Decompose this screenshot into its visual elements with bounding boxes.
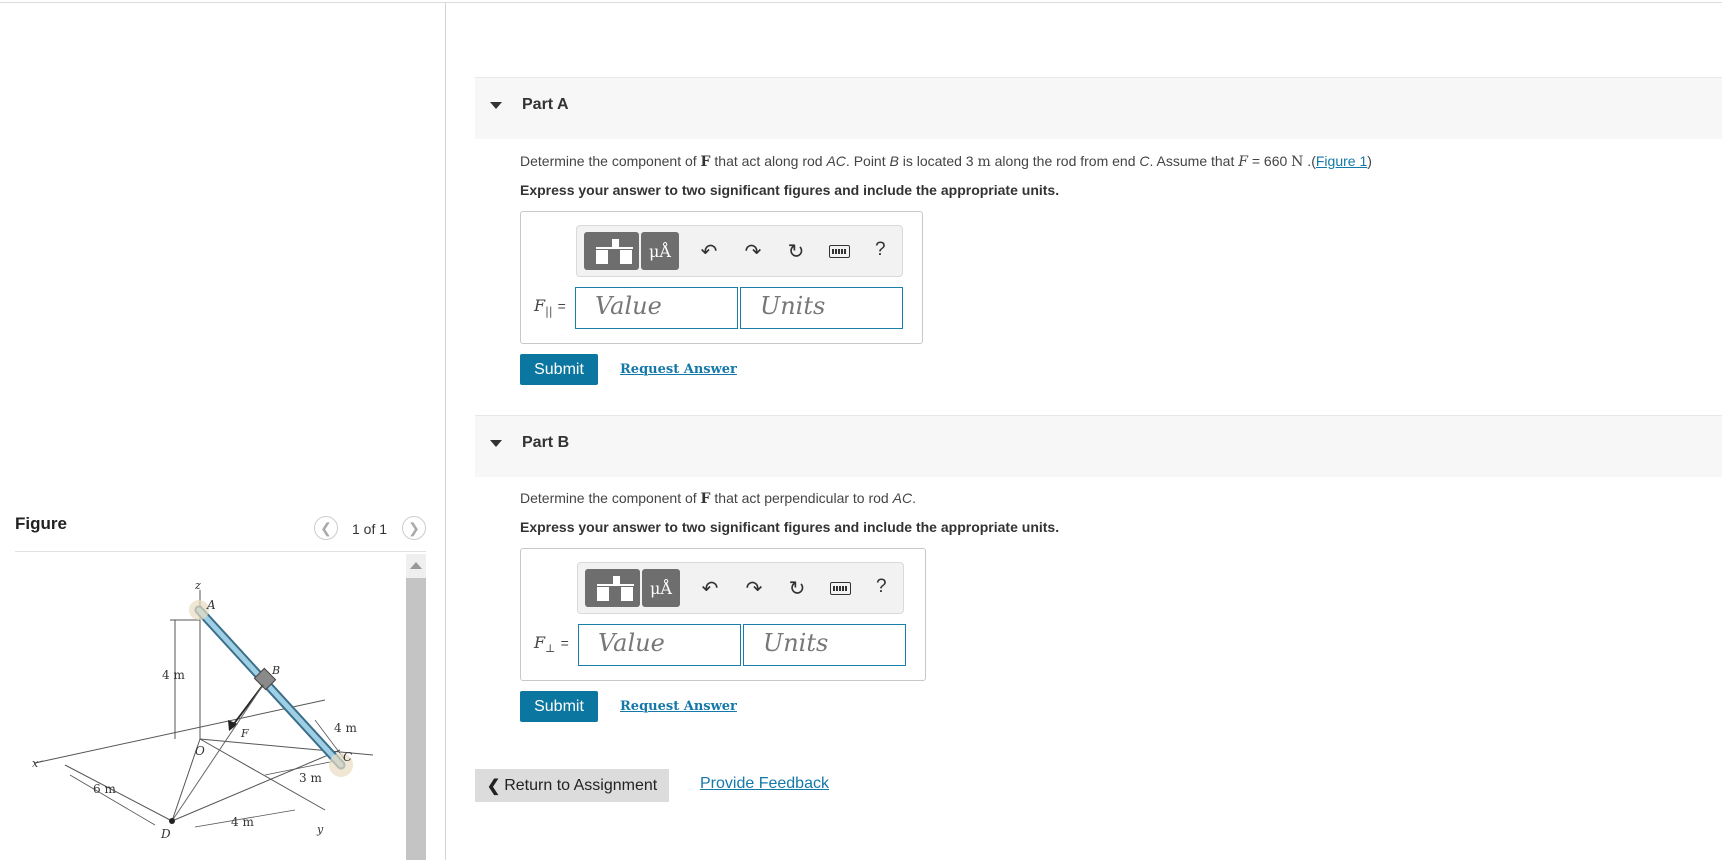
figure-title: Figure [15, 514, 67, 533]
collapse-caret-icon [490, 440, 502, 447]
label-D: D [160, 827, 171, 841]
dim-4m-right: 4 m [334, 721, 357, 735]
part-b-math-toolbar: μÅ ↶ ↷ ↻ ? [577, 562, 904, 614]
part-b-header[interactable]: Part B [475, 415, 1722, 477]
undo-icon[interactable]: ↶ [697, 576, 723, 601]
help-icon[interactable]: ? [876, 576, 887, 598]
figure-scrollbar[interactable] [406, 554, 426, 860]
part-b-value-input[interactable]: Value [578, 624, 741, 666]
redo-icon[interactable]: ↷ [740, 239, 766, 264]
part-a-answer-box: μÅ ↶ ↷ ↻ ? F|| = Value Units [520, 211, 923, 344]
figure-1-diagram: z A B O F C D x y 4 m 4 m 3 m 6 m 4 m [32, 579, 374, 841]
dim-3m: 3 m [299, 771, 322, 785]
templates-icon[interactable] [584, 232, 639, 270]
next-figure-button[interactable]: ❯ [402, 516, 426, 540]
reset-icon[interactable]: ↻ [783, 239, 809, 264]
label-C: C [343, 750, 352, 764]
part-a-variable-label: F|| = [534, 296, 566, 319]
units-icon[interactable]: μÅ [641, 232, 679, 270]
units-icon[interactable]: μÅ [642, 569, 680, 607]
part-b-variable-label: F⊥ = [534, 633, 569, 656]
reset-icon[interactable]: ↻ [784, 576, 810, 601]
templates-icon[interactable] [585, 569, 640, 607]
part-a-submit-button[interactable]: Submit [520, 354, 598, 385]
part-b-request-answer-link[interactable]: Request Answer [620, 699, 737, 714]
part-a-instruction: Express your answer to two significant f… [520, 182, 1060, 198]
previous-figure-button[interactable]: ❮ [314, 516, 338, 540]
undo-icon[interactable]: ↶ [696, 239, 722, 264]
part-b-units-input[interactable]: Units [743, 624, 906, 666]
label-B: B [271, 664, 280, 677]
label-F: F [240, 727, 249, 740]
scroll-up-arrow-icon[interactable] [406, 554, 426, 576]
part-b-answer-box: μÅ ↶ ↷ ↻ ? F⊥ = Value Units [520, 548, 926, 681]
part-a-units-input[interactable]: Units [740, 287, 903, 329]
figure-header-rule [15, 551, 426, 552]
redo-icon[interactable]: ↷ [741, 576, 767, 601]
part-a-title: Part A [522, 96, 569, 113]
label-z: z [194, 579, 201, 592]
help-icon[interactable]: ? [875, 239, 886, 261]
label-A: A [206, 598, 216, 612]
part-a-value-input[interactable]: Value [575, 287, 738, 329]
keyboard-icon[interactable] [830, 582, 851, 595]
part-a-math-toolbar: μÅ ↶ ↷ ↻ ? [576, 225, 903, 277]
part-b-title: Part B [522, 434, 570, 451]
label-O: O [195, 744, 205, 758]
chevron-left-icon: ❮ [486, 777, 501, 795]
dim-4m-vertical: 4 m [162, 668, 185, 682]
label-y: y [316, 823, 324, 836]
part-b-instruction: Express your answer to two significant f… [520, 519, 1060, 535]
label-x: x [32, 757, 39, 770]
dim-4m-bottom: 4 m [231, 815, 254, 829]
top-divider [0, 2, 1722, 3]
return-to-assignment-button[interactable]: ❮ Return to Assignment [475, 769, 669, 802]
part-b-submit-button[interactable]: Submit [520, 691, 598, 722]
panel-divider [445, 3, 446, 860]
part-b-prompt: Determine the component of F that act pe… [520, 490, 916, 507]
chevron-left-icon: ❮ [320, 519, 332, 536]
dim-6m: 6 m [93, 782, 116, 796]
chevron-right-icon: ❯ [408, 519, 420, 536]
keyboard-icon[interactable] [829, 245, 850, 258]
part-a-header[interactable]: Part A [475, 77, 1722, 139]
scrollbar-thumb[interactable] [406, 578, 426, 860]
figure-1-link[interactable]: Figure 1 [1316, 153, 1367, 169]
part-a-prompt: Determine the component of F that act al… [520, 153, 1372, 170]
collapse-caret-icon [490, 102, 502, 109]
figure-pager-count: 1 of 1 [352, 521, 388, 537]
return-label: Return to Assignment [504, 776, 658, 794]
part-a-request-answer-link[interactable]: Request Answer [620, 362, 737, 377]
provide-feedback-link[interactable]: Provide Feedback [700, 775, 829, 793]
